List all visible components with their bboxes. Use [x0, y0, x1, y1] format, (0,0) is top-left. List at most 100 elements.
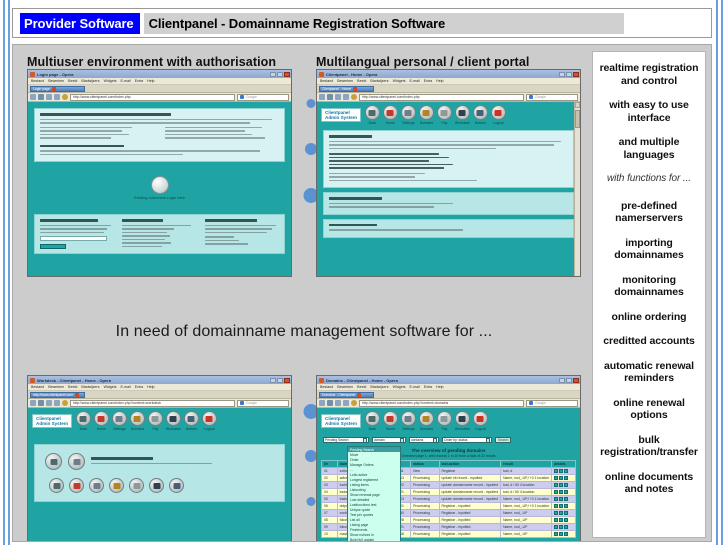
search-box[interactable]: Google: [237, 399, 289, 407]
nav-back[interactable]: Back: [364, 105, 380, 125]
minimize-icon[interactable]: [270, 71, 276, 77]
logout-icon[interactable]: [201, 411, 217, 426]
edit-icon[interactable]: [559, 490, 564, 494]
maximize-icon[interactable]: [277, 71, 283, 77]
browser-tab[interactable]: Clientpanel - Home: [319, 85, 374, 92]
row-action-buttons[interactable]: [554, 504, 573, 508]
request-button[interactable]: [40, 244, 66, 249]
close-icon[interactable]: [284, 377, 290, 383]
view-icon[interactable]: [554, 525, 559, 529]
dropdown-item[interactable]: Build full update: [348, 537, 400, 542]
desk-icon[interactable]: [454, 411, 470, 426]
menu-item[interactable]: Bewerken: [337, 384, 353, 391]
delete-icon[interactable]: [564, 483, 569, 487]
menu-item[interactable]: Bewerken: [337, 78, 353, 85]
logout-icon[interactable]: [472, 411, 488, 426]
home-icon[interactable]: [62, 94, 68, 100]
delete-icon[interactable]: [564, 511, 569, 515]
stop-icon[interactable]: [343, 400, 349, 406]
row-actions[interactable]: [551, 502, 576, 510]
reload-icon[interactable]: [46, 400, 52, 406]
nav-icons[interactable]: Back Home Settings Domains Pay Workdesk …: [75, 411, 217, 431]
clientpanel-logo[interactable]: Clientpanel Admin System: [321, 108, 361, 122]
mail-icon[interactable]: [109, 478, 124, 493]
minimize-icon[interactable]: [559, 71, 565, 77]
menu-item[interactable]: Beeld: [357, 78, 366, 85]
menu-item[interactable]: Extra: [424, 78, 432, 85]
row-action-buttons[interactable]: [554, 490, 573, 494]
order-by-select[interactable]: Order by: status: [442, 437, 492, 443]
nav-settings[interactable]: Settings: [400, 411, 416, 431]
delete-icon[interactable]: [564, 532, 569, 536]
logout-icon[interactable]: [490, 105, 506, 120]
view-icon[interactable]: [554, 518, 559, 522]
row-actions[interactable]: [551, 530, 576, 538]
view-icon[interactable]: [554, 476, 559, 480]
home-icon[interactable]: [351, 400, 357, 406]
edit-icon[interactable]: [559, 518, 564, 522]
chevron-down-icon[interactable]: [486, 437, 490, 443]
menu-item[interactable]: E-mail: [121, 78, 131, 85]
home-icon[interactable]: [351, 94, 357, 100]
nav-back[interactable]: Back: [75, 411, 91, 431]
forward-icon[interactable]: [327, 400, 333, 406]
back-icon[interactable]: [30, 400, 36, 406]
status-dropdown-open[interactable]: Pending Search Move Order Manage Orders... L…: [347, 446, 401, 542]
nav-logout[interactable]: Logout: [490, 105, 506, 125]
nav-icons[interactable]: Back Home Settings Domains Pay Workdesk …: [364, 105, 506, 125]
filter-operator-select[interactable]: contains: [409, 437, 439, 443]
desk-icon[interactable]: [454, 105, 470, 120]
nav-logout[interactable]: Logout: [472, 411, 488, 431]
tab-close-icon[interactable]: [75, 392, 80, 397]
nav-home[interactable]: Home: [382, 411, 398, 431]
back-icon[interactable]: [30, 94, 36, 100]
forward-icon[interactable]: [38, 94, 44, 100]
home-icon[interactable]: [382, 411, 398, 426]
view-icon[interactable]: [554, 490, 559, 494]
view-icon[interactable]: [554, 497, 559, 501]
search-box[interactable]: Google: [526, 399, 578, 407]
menu-item[interactable]: Extra: [135, 78, 143, 85]
forward-icon[interactable]: [327, 94, 333, 100]
delete-icon[interactable]: [564, 525, 569, 529]
menu-item[interactable]: E-mail: [121, 384, 131, 391]
screenshot-login-page[interactable]: Login page - Opera Bestand Bewerken Beel…: [27, 69, 292, 277]
gear-icon[interactable]: [400, 411, 416, 426]
chevron-down-icon[interactable]: [363, 437, 367, 443]
nav-logout[interactable]: Logout: [201, 411, 217, 431]
browser-toolbar[interactable]: http://www.clientpanel.com/index.php Goo…: [317, 93, 580, 102]
reload-icon[interactable]: [46, 94, 52, 100]
nav-workdesk[interactable]: Workdesk: [454, 105, 470, 125]
column-header[interactable]: Nr: [321, 460, 338, 468]
archive-icon[interactable]: [169, 478, 184, 493]
menu-item[interactable]: Help: [436, 384, 443, 391]
clientpanel-logo[interactable]: Clientpanel Admin System: [32, 414, 72, 428]
wallet-icon[interactable]: [436, 411, 452, 426]
edit-icon[interactable]: [559, 504, 564, 508]
back-icon[interactable]: [75, 411, 91, 426]
login-link[interactable]: Existing customers Login here: [28, 196, 291, 200]
download-link[interactable]: [204, 239, 239, 241]
nav-settings[interactable]: Settings: [400, 105, 416, 125]
menu-item[interactable]: Bladwijzers: [370, 384, 388, 391]
agenda-icon[interactable]: [149, 478, 164, 493]
menu-item[interactable]: Widgets: [393, 384, 406, 391]
view-icon[interactable]: [554, 483, 559, 487]
email-field[interactable]: [40, 236, 107, 241]
menu-item[interactable]: Bladwijzers: [81, 384, 99, 391]
notes-icon[interactable]: [49, 478, 64, 493]
scroll-thumb[interactable]: [575, 110, 580, 128]
globe-icon[interactable]: [418, 105, 434, 120]
menu-item[interactable]: E-mail: [410, 384, 420, 391]
view-icon[interactable]: [554, 504, 559, 508]
tab-close-icon[interactable]: [357, 392, 362, 397]
address-bar[interactable]: http://www.clientpanel.com/index.php: [70, 93, 235, 101]
reload-icon[interactable]: [335, 400, 341, 406]
menu-bar[interactable]: Bestand Bewerken Beeld Bladwijzers Widge…: [317, 78, 580, 85]
nav-pay[interactable]: Pay: [436, 105, 452, 125]
row-action-buttons[interactable]: [554, 518, 573, 522]
menu-item[interactable]: Bestand: [31, 384, 44, 391]
row-actions[interactable]: [551, 488, 576, 496]
address-bar[interactable]: http://www.clientpanel.com/index.php?con…: [359, 399, 524, 407]
search-box[interactable]: Google: [237, 93, 289, 101]
